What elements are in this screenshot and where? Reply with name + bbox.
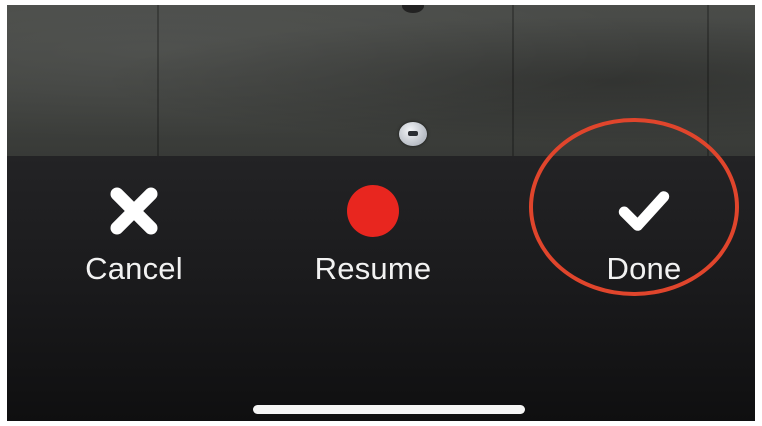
record-dot-icon xyxy=(346,184,400,238)
screenshot-frame: Cancel Resume Done xyxy=(7,5,755,421)
shirt-button xyxy=(402,5,424,13)
home-indicator[interactable] xyxy=(253,405,525,414)
cancel-label: Cancel xyxy=(85,251,183,286)
shirt-fold xyxy=(707,5,709,156)
recording-toolbar: Cancel Resume Done xyxy=(7,118,755,421)
done-label: Done xyxy=(606,251,682,286)
resume-button[interactable]: Resume xyxy=(273,184,473,286)
cancel-button[interactable]: Cancel xyxy=(34,184,234,286)
checkmark-icon xyxy=(617,184,671,238)
resume-label: Resume xyxy=(314,251,432,286)
shirt-fold xyxy=(157,5,159,156)
shirt-fold xyxy=(512,5,514,156)
x-close-icon xyxy=(107,184,161,238)
done-button[interactable]: Done xyxy=(544,184,744,286)
shirt-button xyxy=(399,122,427,146)
camera-preview xyxy=(7,5,755,156)
